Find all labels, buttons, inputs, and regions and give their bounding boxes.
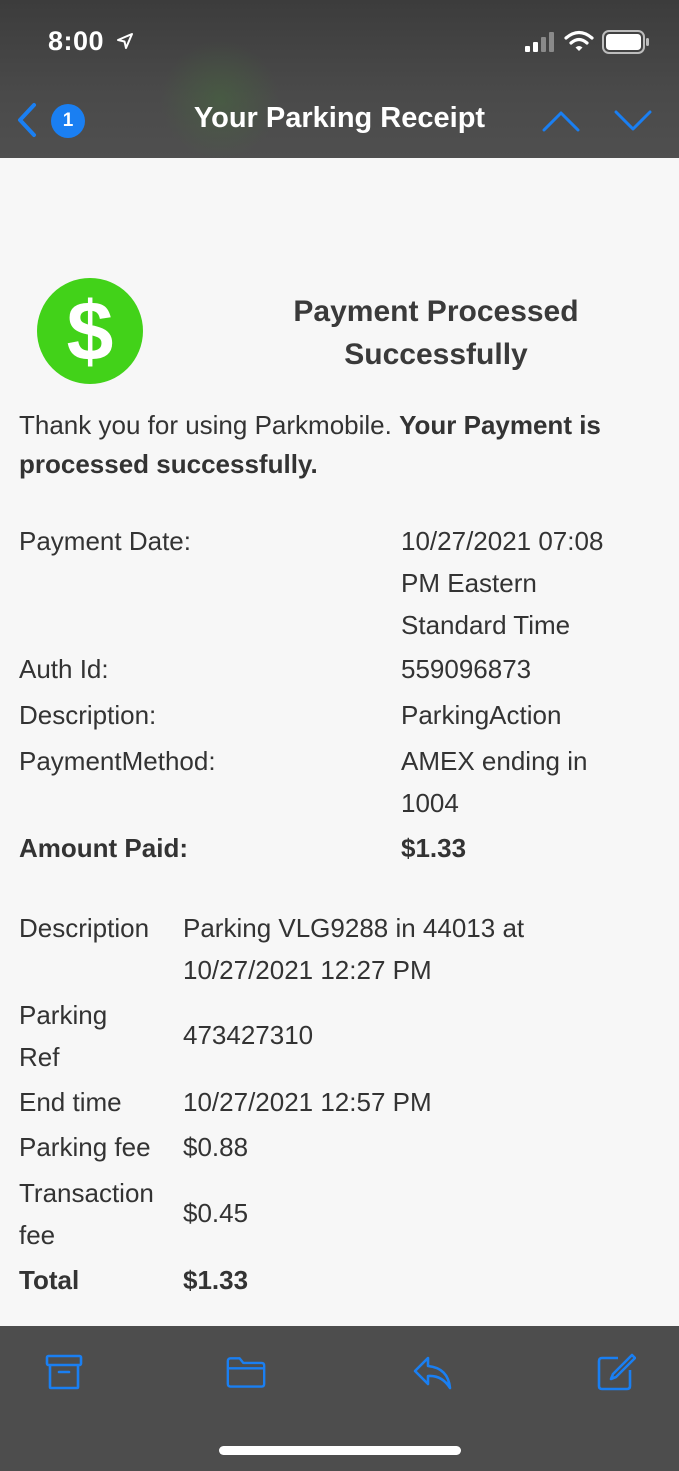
payment-date-line2: PM Eastern bbox=[401, 568, 537, 598]
intro-plain: Thank you for using Parkmobile. bbox=[19, 410, 400, 440]
payment-date-label: Payment Date: bbox=[19, 526, 191, 556]
payment-method-value: AMEX ending in 1004 bbox=[401, 740, 587, 824]
status-time: 8:00 bbox=[48, 26, 105, 56]
next-message-chevron-down-icon[interactable] bbox=[613, 108, 653, 134]
payment-heading: Payment Processed Successfully bbox=[236, 290, 636, 376]
parking-fee-value: $0.88 bbox=[183, 1132, 249, 1162]
amount-paid-label: Amount Paid: bbox=[19, 833, 188, 863]
parking-ref-label-line2: Ref bbox=[19, 1042, 60, 1072]
auth-id-label: Auth Id: bbox=[19, 654, 109, 684]
transaction-fee-label-line1: Transaction bbox=[19, 1178, 154, 1208]
transaction-fee-value: $0.45 bbox=[183, 1198, 249, 1228]
transaction-fee-label: Transaction fee bbox=[19, 1172, 154, 1256]
total-value: $1.33 bbox=[183, 1265, 249, 1295]
home-indicator[interactable] bbox=[219, 1446, 461, 1455]
total-label: Total bbox=[19, 1265, 80, 1295]
description-label: Description: bbox=[19, 700, 157, 730]
payment-date-value: 10/27/2021 07:08 PM Eastern Standard Tim… bbox=[401, 520, 603, 646]
payment-date-line1: 10/27/2021 07:08 bbox=[401, 526, 604, 556]
payment-method-label: PaymentMethod: bbox=[19, 746, 216, 776]
payment-date-line3: Standard Time bbox=[401, 610, 571, 640]
compose-icon[interactable] bbox=[596, 1352, 636, 1392]
detail-description-line1: Parking VLG9288 in 44013 at bbox=[183, 913, 525, 943]
reply-icon[interactable] bbox=[412, 1352, 452, 1392]
location-arrow-icon bbox=[117, 33, 133, 49]
previous-message-chevron-up-icon[interactable] bbox=[541, 108, 581, 134]
parking-fee-label: Parking fee bbox=[19, 1132, 151, 1162]
detail-description-label: Description bbox=[19, 913, 150, 943]
archive-icon[interactable] bbox=[44, 1352, 84, 1392]
battery-icon bbox=[602, 30, 649, 54]
parking-ref-label: Parking Ref bbox=[19, 994, 107, 1078]
intro-text: Thank you for using Parkmobile. Your Pay… bbox=[19, 406, 659, 484]
cellular-signal-icon bbox=[525, 32, 554, 52]
payment-method-line1: AMEX ending in bbox=[401, 746, 588, 776]
detail-description-line2: 10/27/2021 12:27 PM bbox=[183, 955, 432, 985]
description-value: ParkingAction bbox=[401, 700, 562, 730]
payment-method-line2: 1004 bbox=[401, 788, 459, 818]
end-time-value: 10/27/2021 12:57 PM bbox=[183, 1087, 432, 1117]
folder-icon[interactable] bbox=[226, 1352, 266, 1392]
transaction-fee-label-line2: fee bbox=[19, 1220, 56, 1250]
payment-heading-line1: Payment Processed bbox=[293, 295, 579, 328]
auth-id-value: 559096873 bbox=[401, 654, 532, 684]
detail-description-value: Parking VLG9288 in 44013 at 10/27/2021 1… bbox=[183, 907, 524, 991]
background-glow bbox=[160, 40, 280, 160]
parking-ref-value: 473427310 bbox=[183, 1020, 314, 1050]
wifi-icon bbox=[564, 30, 594, 51]
dollar-icon: $ bbox=[37, 278, 143, 384]
payment-heading-line2: Successfully bbox=[344, 338, 528, 371]
end-time-label: End time bbox=[19, 1087, 122, 1117]
parking-ref-label-line1: Parking bbox=[19, 1000, 108, 1030]
amount-paid-value: $1.33 bbox=[401, 833, 467, 863]
